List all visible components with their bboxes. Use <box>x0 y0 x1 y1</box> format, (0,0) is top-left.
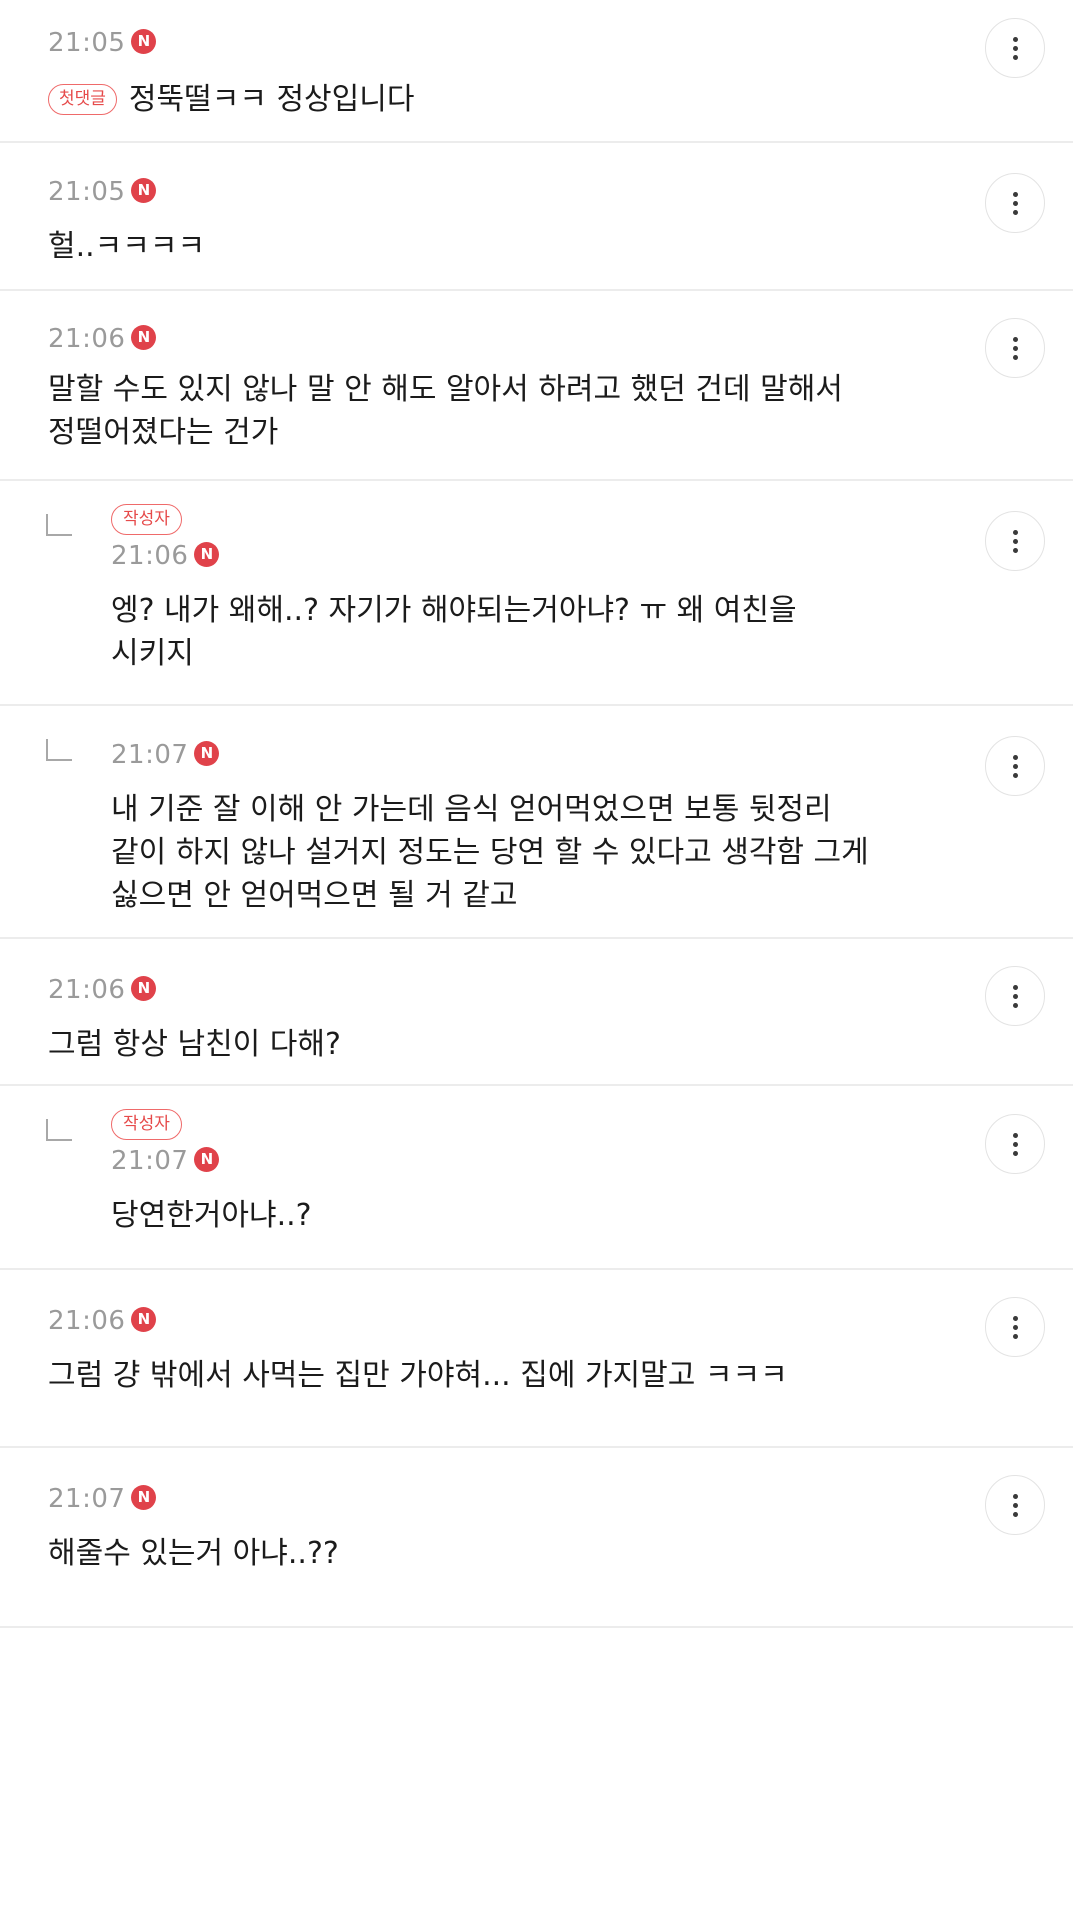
more-options-button[interactable] <box>985 1475 1045 1535</box>
new-badge-icon: N <box>131 324 157 350</box>
new-badge-icon: N <box>194 740 220 766</box>
comment-time: 21:07 <box>48 1484 126 1514</box>
comment-item: 21:07 N 해줄수 있는거 아냐..?? <box>0 1448 1073 1628</box>
more-options-button[interactable] <box>985 511 1045 571</box>
comment-meta: 21:06 N <box>111 541 1073 571</box>
reply-item: 작성자 21:06 N 엥? 내가 왜해..? 자기가 해야되는거아냐? ㅠ 왜… <box>0 481 1073 706</box>
comment-meta: 21:05 N <box>48 0 1073 58</box>
comment-meta: 21:06 N <box>48 939 1073 1005</box>
comment-text: 해줄수 있는거 아냐..?? <box>48 1536 339 1571</box>
first-comment-badge: 첫댓글 <box>48 84 117 115</box>
comment-text: 정뚝떨ㅋㅋ 정상입니다 <box>128 82 415 117</box>
comment-meta: 21:07 N <box>48 1448 1073 1514</box>
comment-text: 말할 수도 있지 않나 말 안 해도 알아서 하려고 했던 건데 말해서 정떨어… <box>48 372 843 450</box>
comment-time: 21:06 <box>48 324 126 354</box>
author-badge: 작성자 <box>111 504 182 535</box>
comment-time: 21:06 <box>48 975 126 1005</box>
more-options-button[interactable] <box>985 18 1045 78</box>
comment-text: 당연한거아냐..? <box>111 1198 312 1233</box>
comment-item: 21:06 N 그럼 항상 남친이 다해? <box>0 939 1073 1086</box>
more-options-button[interactable] <box>985 1297 1045 1357</box>
reply-item: 21:07 N 내 기준 잘 이해 안 가는데 음식 얻어먹었으면 보통 뒷정리… <box>0 706 1073 939</box>
new-badge-icon: N <box>131 28 157 54</box>
comment-text: 엥? 내가 왜해..? 자기가 해야되는거아냐? ㅠ 왜 여친을 시키지 <box>111 593 797 671</box>
new-badge-icon: N <box>131 975 157 1001</box>
reply-arrow-icon <box>46 739 72 761</box>
more-options-button[interactable] <box>985 173 1045 233</box>
more-options-button[interactable] <box>985 736 1045 796</box>
new-badge-icon: N <box>131 1484 157 1510</box>
comment-item: 21:06 N 말할 수도 있지 않나 말 안 해도 알아서 하려고 했던 건데… <box>0 291 1073 481</box>
comment-text: 헐..ㅋㅋㅋㅋ <box>48 229 206 264</box>
reply-arrow-icon <box>46 514 72 536</box>
comment-body-row: 첫댓글 정뚝떨ㅋㅋ 정상입니다 <box>48 78 1073 121</box>
more-options-button[interactable] <box>985 966 1045 1026</box>
new-badge-icon: N <box>194 1146 220 1172</box>
comment-time: 21:05 <box>48 28 126 58</box>
new-badge-icon: N <box>194 541 220 567</box>
comment-time: 21:07 <box>111 740 189 770</box>
new-badge-icon: N <box>131 1306 157 1332</box>
more-options-button[interactable] <box>985 1114 1045 1174</box>
comment-time: 21:05 <box>48 177 126 207</box>
comment-list: 21:05 N 첫댓글 정뚝떨ㅋㅋ 정상입니다 21:05 N 헐..ㅋㅋㅋㅋ … <box>0 0 1073 1628</box>
comment-time: 21:06 <box>111 541 189 571</box>
comment-text: 그럼 걍 밖에서 사먹는 집만 가야혀... 집에 가지말고 ㅋㅋㅋ <box>48 1358 788 1393</box>
reply-arrow-icon <box>46 1119 72 1141</box>
author-badge: 작성자 <box>111 1109 182 1140</box>
comment-time: 21:06 <box>48 1306 126 1336</box>
comment-meta: 21:07 N <box>111 706 1073 770</box>
reply-item: 작성자 21:07 N 당연한거아냐..? <box>0 1086 1073 1270</box>
comment-text: 그럼 항상 남친이 다해? <box>48 1027 341 1062</box>
comment-meta: 21:06 N <box>48 1270 1073 1336</box>
comment-meta: 21:06 N <box>48 291 1073 354</box>
more-options-button[interactable] <box>985 318 1045 378</box>
comment-item: 21:05 N 헐..ㅋㅋㅋㅋ <box>0 143 1073 291</box>
comment-item: 21:05 N 첫댓글 정뚝떨ㅋㅋ 정상입니다 <box>0 0 1073 143</box>
comment-meta: 21:05 N <box>48 143 1073 207</box>
comment-text: 내 기준 잘 이해 안 가는데 음식 얻어먹었으면 보통 뒷정리 같이 하지 않… <box>111 792 869 913</box>
new-badge-icon: N <box>131 177 157 203</box>
comment-meta: 21:07 N <box>111 1146 1073 1176</box>
comment-item: 21:06 N 그럼 걍 밖에서 사먹는 집만 가야혀... 집에 가지말고 ㅋ… <box>0 1270 1073 1448</box>
comment-time: 21:07 <box>111 1146 189 1176</box>
